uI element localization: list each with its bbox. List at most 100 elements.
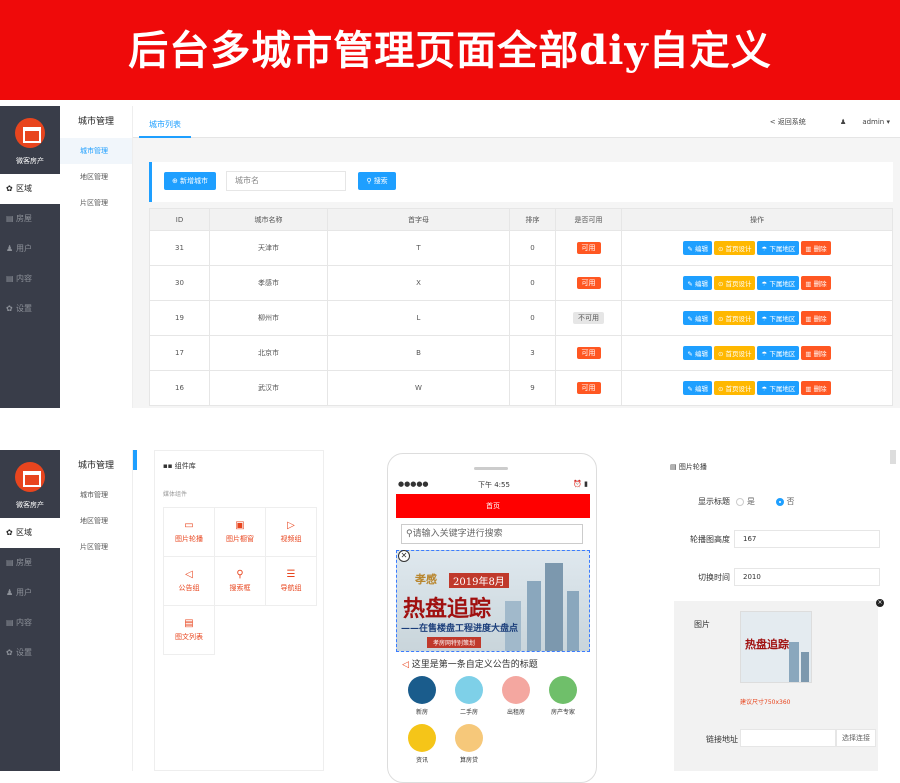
delete-button[interactable]: ▥ 删除 <box>801 241 831 255</box>
article-icon: ▤ <box>184 618 194 629</box>
nav-label: 出租房 <box>506 709 525 716</box>
video-icon: ▷ <box>287 520 295 531</box>
scrollbar[interactable] <box>890 450 896 464</box>
nav-news-icon[interactable] <box>408 724 436 752</box>
phone-banner[interactable]: 孝感 2019年8月 热盘追踪 ——在售楼盘工程进度大盘点 孝房网特别策划 <box>396 550 590 652</box>
cell-name: 孝感市 <box>209 265 328 301</box>
status-badge[interactable]: 不可用 <box>573 312 604 324</box>
settings-panel: ▤ 图片轮播 显示标题 是 否 轮播图高度 167 切换时间 2010 图片 热… <box>660 450 900 771</box>
action-label: 编辑 <box>694 350 708 358</box>
radio-yes[interactable]: 是 <box>736 497 755 506</box>
nav-second-hand-icon[interactable] <box>455 676 483 704</box>
nav-rental-icon[interactable] <box>502 676 530 704</box>
status-badge[interactable]: 可用 <box>576 347 601 359</box>
add-city-button[interactable]: ⊕ 新增城市 <box>164 172 216 190</box>
edit-button[interactable]: ✎ 编辑 <box>683 381 712 395</box>
sub-area-button[interactable]: ☂ 下属地区 <box>757 276 800 290</box>
delete-button[interactable]: ▥ 删除 <box>801 276 831 290</box>
status-badge[interactable]: 可用 <box>576 277 601 289</box>
top-right: < 返回系统 ♟ admin ▾ <box>754 117 890 127</box>
home-design-button[interactable]: ⊙ 首页设计 <box>713 241 756 255</box>
banner-title: 后台多城市管理页面全部diy自定义 <box>128 27 772 74</box>
back-link[interactable]: < 返回系统 <box>770 118 806 126</box>
remove-slide-icon[interactable]: × <box>876 599 884 607</box>
submenu-item-district[interactable]: 片区管理 <box>60 190 132 216</box>
edit-button[interactable]: ✎ 编辑 <box>683 276 712 290</box>
home-design-button[interactable]: ⊙ 首页设计 <box>713 311 756 325</box>
component-search[interactable]: ⚲ 搜索框 <box>215 557 266 606</box>
doc-icon: ▤ <box>6 274 14 283</box>
sidebar: 微客房产 ✿ 区域 ▤ 房屋 ♟ 用户 ▤ 内容 ✿ 设置 <box>0 450 60 771</box>
cell-name: 天津市 <box>209 230 328 266</box>
sidebar-item-house[interactable]: ▤ 房屋 <box>0 548 60 578</box>
height-input[interactable]: 167 <box>734 530 880 548</box>
banner-tag: 孝房网特别策划 <box>427 637 482 648</box>
col-status: 是否可用 <box>555 208 622 231</box>
close-icon[interactable]: ✕ <box>398 550 410 562</box>
cell-id: 31 <box>149 230 210 266</box>
component-video[interactable]: ▷ 视频组 <box>266 508 317 557</box>
building-icon: ▤ <box>6 214 14 223</box>
sidebar-item-content[interactable]: ▤ 内容 <box>0 608 60 638</box>
sidebar-item-content[interactable]: ▤ 内容 <box>0 264 60 294</box>
component-grid: ▭ 图片轮播 ▣ 图片橱窗 ▷ 视频组 ◁ 公告组 ⚲ 搜索框 ☰ 导航组 ▤ 图文列表 <box>163 507 317 655</box>
slide-thumbnail[interactable]: 热盘追踪 <box>740 611 812 683</box>
phone-search-box[interactable]: ⚲请输入关键字进行搜索 <box>401 524 583 544</box>
sidebar-item-house[interactable]: ▤ 房屋 <box>0 204 60 234</box>
interval-label: 切换时间 <box>698 573 730 582</box>
link-label: 链接地址 <box>706 735 738 744</box>
sub-area-button[interactable]: ☂ 下属地区 <box>757 311 800 325</box>
delete-button[interactable]: ▥ 删除 <box>801 346 831 360</box>
interval-input[interactable]: 2010 <box>734 568 880 586</box>
radio-no[interactable]: 否 <box>775 497 795 506</box>
link-input[interactable] <box>740 729 836 747</box>
component-image-window[interactable]: ▣ 图片橱窗 <box>215 508 266 557</box>
edit-button[interactable]: ✎ 编辑 <box>683 241 712 255</box>
component-nav[interactable]: ☰ 导航组 <box>266 557 317 606</box>
nav-calculator-icon[interactable] <box>455 724 483 752</box>
sidebar-item-user[interactable]: ♟ 用户 <box>0 234 60 264</box>
submenu-item-city[interactable]: 城市管理 <box>60 138 132 164</box>
component-article-list[interactable]: ▤ 图文列表 <box>164 606 215 655</box>
select-link-button[interactable]: 选择连接 <box>836 729 876 747</box>
building-icon: ▤ <box>6 558 14 567</box>
sidebar-item-settings[interactable]: ✿ 设置 <box>0 638 60 668</box>
submenu-item-district[interactable]: 片区管理 <box>60 534 132 560</box>
tab-city-list[interactable]: 城市列表 <box>139 112 191 138</box>
delete-button[interactable]: ▥ 删除 <box>801 381 831 395</box>
slide-item: 图片 热盘追踪 建议尺寸750x360 链接地址 选择连接 <box>674 601 878 771</box>
home-design-button[interactable]: ⊙ 首页设计 <box>713 276 756 290</box>
submenu-item-area[interactable]: 地区管理 <box>60 508 132 534</box>
action-label: 首页设计 <box>725 315 752 323</box>
sub-area-button[interactable]: ☂ 下属地区 <box>757 381 800 395</box>
sidebar-item-settings[interactable]: ✿ 设置 <box>0 294 60 324</box>
user-menu[interactable]: ♟ admin ▾ <box>824 118 890 126</box>
status-badge[interactable]: 可用 <box>576 382 601 394</box>
house-logo-icon <box>15 462 45 492</box>
cell-id: 17 <box>149 335 210 371</box>
component-library-title: ▪▪ 组件库 <box>163 462 196 470</box>
nav-new-house-icon[interactable] <box>408 676 436 704</box>
cell-sort: 0 <box>509 265 556 301</box>
sidebar-item-region[interactable]: ✿ 区域 <box>0 518 60 548</box>
action-label: 删除 <box>813 245 827 253</box>
home-design-button[interactable]: ⊙ 首页设计 <box>713 346 756 360</box>
submenu-item-area[interactable]: 地区管理 <box>60 164 132 190</box>
sidebar-item-region[interactable]: ✿ 区域 <box>0 174 60 204</box>
sub-area-button[interactable]: ☂ 下属地区 <box>757 346 800 360</box>
home-design-button[interactable]: ⊙ 首页设计 <box>713 381 756 395</box>
edit-button[interactable]: ✎ 编辑 <box>683 311 712 325</box>
submenu-item-city[interactable]: 城市管理 <box>60 482 132 508</box>
status-badge[interactable]: 可用 <box>576 242 601 254</box>
city-search-input[interactable]: 城市名 <box>226 171 346 191</box>
delete-button[interactable]: ▥ 删除 <box>801 311 831 325</box>
sub-area-button[interactable]: ☂ 下属地区 <box>757 241 800 255</box>
image-slider-icon: ▭ <box>184 520 194 531</box>
edit-button[interactable]: ✎ 编辑 <box>683 346 712 360</box>
edit-icon: ✎ <box>687 350 695 358</box>
search-button[interactable]: ⚲ 搜索 <box>358 172 396 190</box>
sidebar-item-user[interactable]: ♟ 用户 <box>0 578 60 608</box>
component-notice[interactable]: ◁ 公告组 <box>164 557 215 606</box>
component-image-slider[interactable]: ▭ 图片轮播 <box>164 508 215 557</box>
nav-expert-icon[interactable] <box>549 676 577 704</box>
